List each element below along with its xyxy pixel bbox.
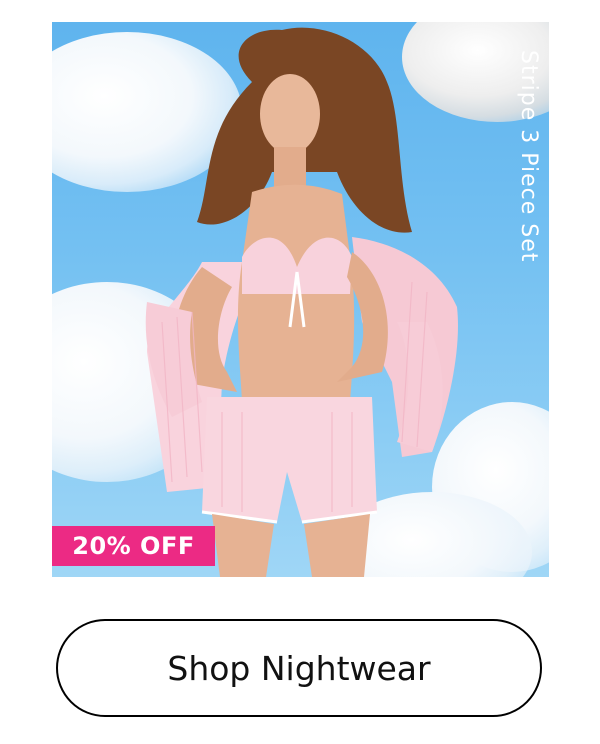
leg-left xyxy=(212,514,274,577)
model-illustration xyxy=(145,27,458,577)
leg-right xyxy=(304,514,370,577)
face xyxy=(260,74,320,154)
shorts xyxy=(202,397,377,522)
discount-badge: 20% OFF xyxy=(52,526,215,566)
shop-nightwear-button[interactable]: Shop Nightwear xyxy=(56,619,542,717)
hero-image[interactable]: Stripe 3 Piece Set xyxy=(52,22,549,577)
product-name: Stripe 3 Piece Set xyxy=(516,50,541,263)
